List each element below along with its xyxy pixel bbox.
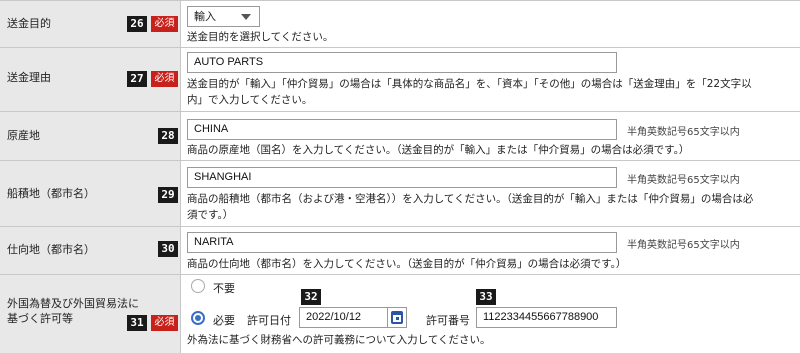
loading-input[interactable]: SHANGHAI: [187, 167, 617, 188]
permit-label-line1: 外国為替及び外国貿易法に: [7, 297, 139, 310]
radio-not-required-label: 不要: [213, 282, 235, 295]
row-reason: 送金理由 27 必須 AUTO PARTS 送金目的が「輸入」「仲介貿易」の場合…: [0, 48, 800, 112]
label-cell: 原産地 28: [0, 112, 181, 160]
item-number-badge: 27: [127, 71, 147, 87]
destination-label: 仕向地（都市名）: [7, 243, 95, 256]
calendar-button[interactable]: [387, 307, 407, 328]
permit-date-input[interactable]: 2022/10/12: [299, 307, 388, 328]
required-badge: 必須: [151, 315, 178, 331]
label-cell: 外国為替及び外国貿易法に 基づく許可等 31 必須: [0, 275, 181, 353]
destination-help: 商品の仕向地（都市名）を入力してください。（送金目的が「仲介貿易」の場合は必須で…: [187, 258, 627, 270]
row-destination: 仕向地（都市名） 30 NARITA 半角英数記号65文字以内 商品の仕向地（都…: [0, 227, 800, 275]
item-number-badge: 26: [127, 16, 147, 32]
origin-help: 商品の原産地（国名）を入力してください。（送金目的が「輸入」または「仲介貿易」の…: [187, 144, 690, 156]
destination-input[interactable]: NARITA: [187, 232, 617, 253]
calendar-icon: [391, 311, 403, 324]
radio-required[interactable]: [191, 311, 205, 325]
item-number-badge: 31: [127, 315, 147, 331]
item-number-badge: 33: [476, 289, 496, 305]
purpose-content: 輸入 送金目的を選択してください。: [181, 1, 800, 47]
loading-content: SHANGHAI 半角英数記号65文字以内 商品の船積地（都市名（および港・空港…: [181, 161, 800, 226]
loading-label: 船積地（都市名）: [7, 187, 95, 200]
item-number-badge: 30: [158, 241, 178, 257]
purpose-label: 送金目的: [7, 17, 51, 30]
row-loading: 船積地（都市名） 29 SHANGHAI 半角英数記号65文字以内 商品の船積地…: [0, 161, 800, 227]
row-origin: 原産地 28 CHINA 半角英数記号65文字以内 商品の原産地（国名）を入力し…: [0, 112, 800, 161]
label-cell: 送金目的 26 必須: [0, 1, 181, 47]
label-cell: 送金理由 27 必須: [0, 48, 181, 111]
loading-help-line1: 商品の船積地（都市名（および港・空港名））を入力してください。（送金目的が「輸入…: [187, 193, 754, 205]
purpose-select-value: 輸入: [194, 10, 216, 23]
purpose-help: 送金目的を選択してください。: [187, 31, 334, 43]
chevron-down-icon: [241, 14, 251, 20]
permit-number-input[interactable]: 1122334455667788900: [476, 307, 617, 328]
destination-hint: 半角英数記号65文字以内: [627, 240, 740, 251]
reason-content: AUTO PARTS 送金目的が「輸入」「仲介貿易」の場合は「具体的な商品名」を…: [181, 48, 800, 111]
radio-not-required[interactable]: [191, 279, 205, 293]
origin-label: 原産地: [7, 129, 40, 142]
permit-help: 外為法に基づく財務省への許可義務について入力してください。: [187, 334, 491, 346]
required-badge: 必須: [151, 16, 178, 32]
required-badge: 必須: [151, 71, 178, 87]
permit-content: 不要 32 33 必要 許可日付 2022/10/12 許可番号 1122334…: [181, 275, 800, 353]
permit-date-label: 許可日付: [247, 314, 291, 327]
loading-hint: 半角英数記号65文字以内: [627, 175, 740, 186]
radio-required-label: 必要: [213, 314, 235, 327]
row-purpose: 送金目的 26 必須 輸入 送金目的を選択してください。: [0, 1, 800, 48]
origin-content: CHINA 半角英数記号65文字以内 商品の原産地（国名）を入力してください。（…: [181, 112, 800, 160]
label-cell: 船積地（都市名） 29: [0, 161, 181, 226]
permit-label-line2: 基づく許可等: [7, 312, 73, 325]
remittance-form: 送金目的 26 必須 輸入 送金目的を選択してください。 送金理由 27 必須 …: [0, 0, 800, 353]
reason-help-line1: 送金目的が「輸入」「仲介貿易」の場合は「具体的な商品名」を、「資本」「その他」の…: [187, 78, 752, 90]
loading-help-line2: 須です。）: [187, 209, 234, 221]
purpose-select[interactable]: 輸入: [187, 6, 260, 27]
origin-hint: 半角英数記号65文字以内: [627, 127, 740, 138]
row-permit: 外国為替及び外国貿易法に 基づく許可等 31 必須 不要 32 33 必要 許可…: [0, 275, 800, 353]
reason-label: 送金理由: [7, 71, 51, 84]
reason-help-line2: 内」で入力してください。: [187, 94, 313, 106]
item-number-badge: 28: [158, 128, 178, 144]
destination-content: NARITA 半角英数記号65文字以内 商品の仕向地（都市名）を入力してください…: [181, 227, 800, 274]
origin-input[interactable]: CHINA: [187, 119, 617, 140]
item-number-badge: 29: [158, 187, 178, 203]
label-cell: 仕向地（都市名） 30: [0, 227, 181, 274]
permit-number-label: 許可番号: [426, 314, 470, 327]
reason-input[interactable]: AUTO PARTS: [187, 52, 617, 73]
item-number-badge: 32: [301, 289, 321, 305]
